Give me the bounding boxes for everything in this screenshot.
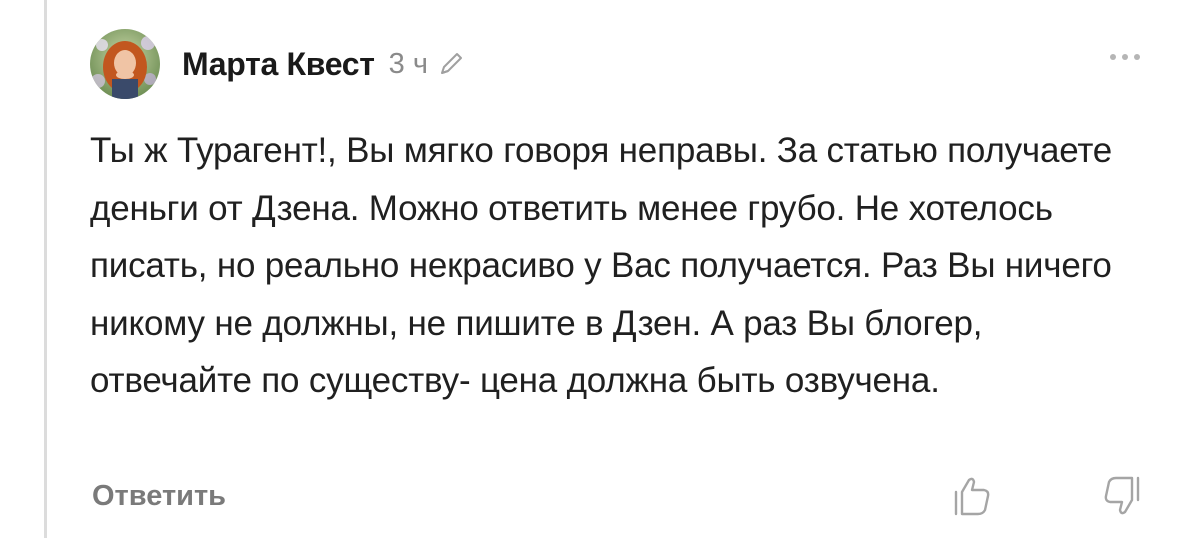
pencil-icon [438,51,464,77]
author-name[interactable]: Марта Квест [182,46,375,83]
thumb-up-icon[interactable] [948,472,996,525]
comment-footer: Ответить [90,472,1170,522]
comment-header: Марта Квест 3 ч [90,26,1170,102]
comment-time: 3 ч [388,47,428,80]
more-dots-icon[interactable] [1110,54,1140,60]
thread-line [44,0,47,538]
thumb-down-icon[interactable] [1098,472,1146,525]
comment-text: Ты ж Турагент!, Вы мягко говоря неправы.… [90,131,1113,400]
reply-button[interactable]: Ответить [92,480,226,513]
comment: Марта Квест 3 ч Ты ж Турагент!, Вы мягко… [90,26,1170,516]
avatar[interactable] [90,29,160,99]
